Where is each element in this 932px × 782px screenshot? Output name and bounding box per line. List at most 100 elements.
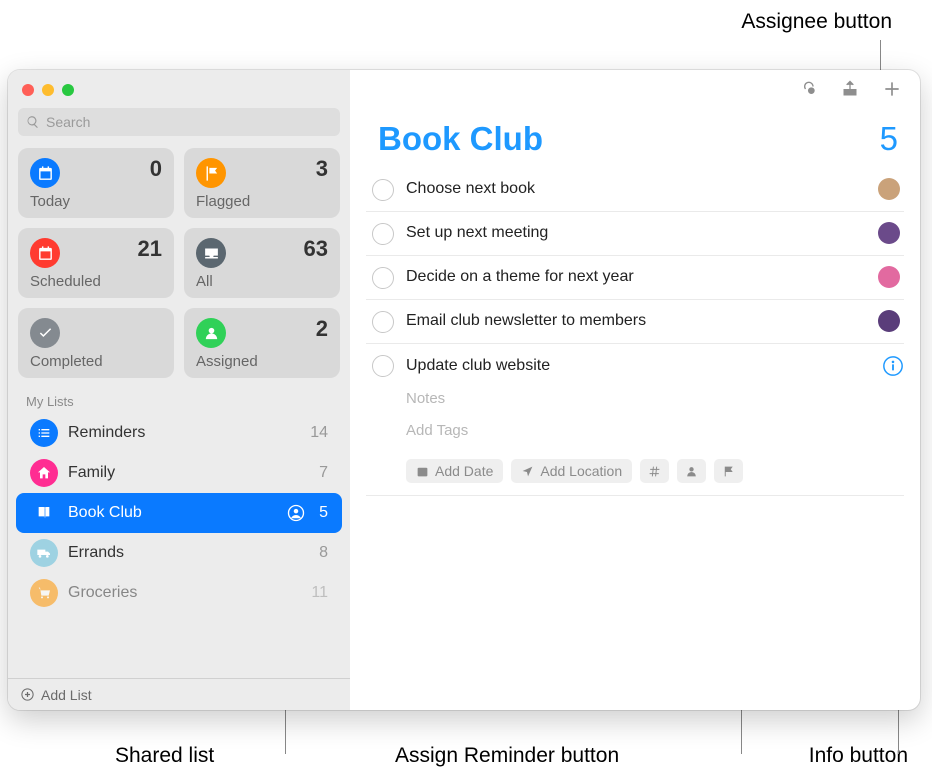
flag-icon — [196, 158, 226, 188]
smart-count: 63 — [304, 236, 328, 262]
assign-reminder-button[interactable] — [677, 459, 706, 483]
reminder-item[interactable]: Update club website Notes Add Tags Add D… — [366, 344, 904, 496]
main-pane: Book Club 5 Choose next book Set up next… — [350, 70, 920, 710]
reminder-item[interactable]: Email club newsletter to members — [366, 300, 904, 344]
smart-label: Assigned — [196, 353, 258, 370]
flag-icon — [722, 465, 735, 478]
hash-icon — [648, 465, 661, 478]
reminder-title: Decide on a theme for next year — [406, 266, 866, 288]
tray-icon — [196, 238, 226, 268]
person-icon — [685, 465, 698, 478]
calendar-lines-icon — [30, 238, 60, 268]
reminder-title[interactable]: Update club website — [406, 355, 870, 377]
reminder-title: Email club newsletter to members — [406, 310, 866, 332]
callout-assignee: Assignee button — [741, 10, 892, 34]
add-location-chip[interactable]: Add Location — [511, 459, 632, 483]
add-tag-chip[interactable] — [640, 459, 669, 483]
flag-chip[interactable] — [714, 459, 743, 483]
list-family[interactable]: Family 7 — [16, 453, 342, 493]
add-tags-field[interactable]: Add Tags — [406, 421, 904, 441]
check-icon — [30, 318, 60, 348]
list-count: 14 — [310, 424, 328, 442]
callout-shared-list: Shared list — [115, 744, 214, 768]
list-icon — [30, 419, 58, 447]
list-title: Book Club — [378, 120, 543, 158]
new-reminder-button[interactable] — [882, 79, 902, 104]
add-date-chip[interactable]: Add Date — [406, 459, 503, 483]
complete-toggle[interactable] — [372, 267, 394, 289]
window-controls — [8, 70, 350, 102]
list-count: 5 — [319, 504, 328, 522]
complete-toggle[interactable] — [372, 311, 394, 333]
smart-list-today[interactable]: 0 Today — [18, 148, 174, 218]
assignee-button[interactable] — [878, 266, 900, 288]
list-name: Errands — [68, 544, 309, 562]
lists: Reminders 14 Family 7 Book Club 5 Errand… — [8, 413, 350, 678]
complete-toggle[interactable] — [372, 179, 394, 201]
minimize-window-button[interactable] — [42, 84, 54, 96]
search-placeholder: Search — [46, 114, 90, 130]
collaborate-button[interactable] — [798, 79, 818, 104]
assignee-button[interactable] — [878, 178, 900, 200]
person-icon — [196, 318, 226, 348]
smart-count: 0 — [150, 156, 162, 182]
home-icon — [30, 459, 58, 487]
assignee-button[interactable] — [878, 310, 900, 332]
callout-info: Info button — [809, 744, 908, 768]
reminder-item[interactable]: Set up next meeting — [366, 212, 904, 256]
list-reminders[interactable]: Reminders 14 — [16, 413, 342, 453]
smart-label: Completed — [30, 353, 103, 370]
smart-label: Flagged — [196, 193, 250, 210]
calendar-icon — [30, 158, 60, 188]
reminder-item[interactable]: Choose next book — [366, 168, 904, 212]
smart-list-scheduled[interactable]: 21 Scheduled — [18, 228, 174, 298]
add-list-label: Add List — [41, 687, 92, 703]
list-name: Groceries — [68, 584, 301, 602]
sidebar: Search 0 Today 3 Flagged 21 Scheduled 63… — [8, 70, 350, 710]
list-count: 5 — [880, 120, 898, 158]
smart-count: 21 — [138, 236, 162, 262]
smart-list-completed[interactable]: Completed — [18, 308, 174, 378]
plus-circle-icon — [20, 687, 35, 702]
complete-toggle[interactable] — [372, 223, 394, 245]
close-window-button[interactable] — [22, 84, 34, 96]
fullscreen-window-button[interactable] — [62, 84, 74, 96]
search-field[interactable]: Search — [18, 108, 340, 136]
assignee-button[interactable] — [878, 222, 900, 244]
truck-icon — [30, 539, 58, 567]
list-count: 7 — [319, 464, 328, 482]
shared-icon — [287, 504, 305, 522]
my-lists-header: My Lists — [8, 378, 350, 413]
smart-list-assigned[interactable]: 2 Assigned — [184, 308, 340, 378]
search-icon — [26, 115, 40, 129]
list-count: 8 — [319, 544, 328, 562]
cart-icon — [30, 579, 58, 607]
reminder-item[interactable]: Decide on a theme for next year — [366, 256, 904, 300]
smart-list-all[interactable]: 63 All — [184, 228, 340, 298]
smart-count: 3 — [316, 156, 328, 182]
list-name: Book Club — [68, 504, 277, 522]
toolbar — [350, 70, 920, 112]
notes-field[interactable]: Notes — [406, 389, 904, 409]
smart-label: Today — [30, 193, 70, 210]
smart-list-flagged[interactable]: 3 Flagged — [184, 148, 340, 218]
list-name: Reminders — [68, 424, 300, 442]
smart-label: All — [196, 273, 213, 290]
smart-count: 2 — [316, 316, 328, 342]
share-button[interactable] — [840, 79, 860, 104]
list-errands[interactable]: Errands 8 — [16, 533, 342, 573]
location-icon — [521, 465, 534, 478]
list-count: 11 — [311, 584, 328, 602]
book-icon — [30, 499, 58, 527]
list-book-club[interactable]: Book Club 5 — [16, 493, 342, 533]
list-header: Book Club 5 — [350, 112, 920, 168]
smart-label: Scheduled — [30, 273, 101, 290]
reminder-items: Choose next book Set up next meeting Dec… — [350, 168, 920, 496]
reminders-window: Search 0 Today 3 Flagged 21 Scheduled 63… — [8, 70, 920, 710]
add-list-button[interactable]: Add List — [8, 678, 350, 710]
complete-toggle[interactable] — [372, 355, 394, 377]
list-name: Family — [68, 464, 309, 482]
info-button[interactable] — [882, 355, 904, 377]
reminder-title: Choose next book — [406, 178, 866, 200]
list-groceries[interactable]: Groceries 11 — [16, 573, 342, 613]
